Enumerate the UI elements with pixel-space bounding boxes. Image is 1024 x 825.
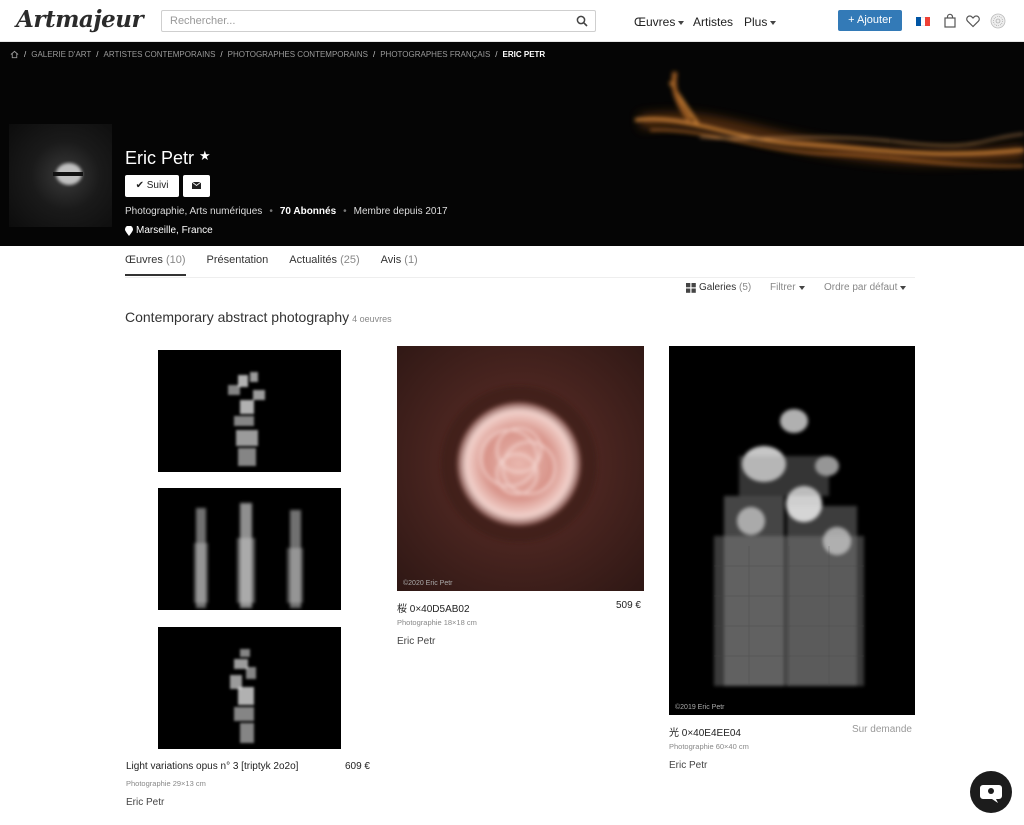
logo[interactable]: Artmajeur xyxy=(16,6,144,33)
message-button[interactable] xyxy=(183,175,210,197)
tab-label: Avis xyxy=(380,254,402,266)
search-input[interactable] xyxy=(162,11,562,31)
followers-count[interactable]: 70 Abonnés xyxy=(280,206,336,217)
artist-meta: Photographie, Arts numériques • 70 Abonn… xyxy=(125,206,448,217)
top-navbar: Artmajeur Œuvres Artistes Plus + Ajouter xyxy=(0,0,1024,42)
breadcrumb-current: ERIC PETR xyxy=(502,50,546,59)
artwork-title[interactable]: 桜 0×40D5AB02 xyxy=(397,600,470,615)
artwork-price: Sur demande xyxy=(851,724,912,735)
home-icon[interactable] xyxy=(10,50,19,59)
chevron-down-icon xyxy=(770,20,777,25)
avatar-image xyxy=(53,163,83,185)
gallery-title[interactable]: Contemporary abstract photography xyxy=(125,309,349,325)
chat-bubble-icon xyxy=(980,785,1002,803)
add-button[interactable]: + Ajouter xyxy=(838,10,902,31)
tab-works[interactable]: Œuvres (10) xyxy=(125,254,186,276)
tab-news[interactable]: Actualités (25) xyxy=(289,254,359,276)
artwork-title[interactable]: 光 0×40E4EE04 xyxy=(669,724,741,739)
artwork-image[interactable] xyxy=(158,350,341,472)
chevron-down-icon xyxy=(900,285,907,290)
artwork-artist[interactable]: Eric Petr xyxy=(669,760,707,771)
tab-count: (25) xyxy=(340,254,360,266)
artwork-image[interactable] xyxy=(158,627,341,749)
profile-tabs: Œuvres (10) Présentation Actualités (25)… xyxy=(125,254,439,278)
artwork-price: 609 € xyxy=(344,761,370,772)
tab-label: Actualités xyxy=(289,254,337,266)
user-avatar-icon[interactable] xyxy=(990,13,1006,29)
galleries-count: (5) xyxy=(739,282,752,293)
nav-works-label: Œuvres xyxy=(634,15,676,29)
galleries-label: Galeries xyxy=(699,282,737,293)
follow-button-label: Suivi xyxy=(146,180,169,191)
search-icon[interactable] xyxy=(576,15,588,27)
tab-count: (1) xyxy=(404,254,418,266)
sort-dropdown[interactable]: Ordre par défaut xyxy=(824,282,907,293)
artwork-watermark: ©2020 Eric Petr xyxy=(403,580,453,587)
gallery-section-title: Contemporary abstract photography 4 oeuvr… xyxy=(125,309,392,325)
artwork-artist[interactable]: Eric Petr xyxy=(126,797,164,808)
artist-avatar[interactable] xyxy=(9,124,112,227)
breadcrumb-item[interactable]: GALERIE D'ART xyxy=(31,50,91,59)
artwork-image[interactable]: ©2019 Eric Petr xyxy=(669,346,915,715)
artist-location: Marseille, France xyxy=(125,225,213,236)
shopping-bag-icon[interactable] xyxy=(942,13,958,29)
member-since: Membre depuis 2017 xyxy=(353,206,448,217)
artwork-image[interactable] xyxy=(158,488,341,610)
follow-button[interactable]: ✔ Suivi xyxy=(125,175,179,197)
nav-more-dropdown[interactable]: Plus xyxy=(744,15,777,29)
artist-name: Eric Petr xyxy=(125,148,195,168)
artist-hero-banner: / GALERIE D'ART / ARTISTES CONTEMPORAINS… xyxy=(0,42,1024,246)
artwork-meta: Photographie 18×18 cm xyxy=(397,618,477,627)
tab-count: (10) xyxy=(165,254,186,266)
artwork-meta: Photographie 60×40 cm xyxy=(669,742,749,751)
tab-presentation[interactable]: Présentation xyxy=(207,254,269,276)
filter-label: Filtrer xyxy=(770,282,796,293)
artwork-image[interactable]: ©2020 Eric Petr xyxy=(397,346,644,591)
tab-reviews[interactable]: Avis (1) xyxy=(381,254,418,276)
artist-disciplines: Photographie, Arts numériques xyxy=(125,206,263,217)
artwork-meta: Photographie 29×13 cm xyxy=(126,779,206,788)
nav-more-label: Plus xyxy=(744,15,768,29)
tab-label: Œuvres xyxy=(125,254,163,266)
heart-icon[interactable] xyxy=(965,13,981,29)
sort-label: Ordre par défaut xyxy=(824,282,898,293)
breadcrumb: / GALERIE D'ART / ARTISTES CONTEMPORAINS… xyxy=(10,50,545,59)
chat-button[interactable] xyxy=(970,771,1012,813)
artwork-artist[interactable]: Eric Petr xyxy=(397,636,435,647)
artwork-title[interactable]: Light variations opus n° 3 [triptyk 2o2o… xyxy=(126,761,298,772)
envelope-icon xyxy=(191,181,202,189)
gallery-count: 4 oeuvres xyxy=(352,314,392,324)
nav-works-dropdown[interactable]: Œuvres xyxy=(634,15,685,29)
chevron-down-icon xyxy=(678,20,685,25)
star-icon: ★ xyxy=(199,148,211,163)
tab-label: Présentation xyxy=(206,254,269,266)
check-icon: ✔ xyxy=(135,180,144,191)
filter-dropdown[interactable]: Filtrer xyxy=(770,282,805,293)
galleries-view-button[interactable]: Galeries (5) xyxy=(686,282,751,293)
chevron-down-icon xyxy=(798,285,805,290)
search-box[interactable] xyxy=(161,10,596,32)
breadcrumb-item[interactable]: PHOTOGRAPHES CONTEMPORAINS xyxy=(228,50,368,59)
nav-artists-link[interactable]: Artistes xyxy=(693,15,733,29)
french-flag-icon[interactable] xyxy=(916,17,931,26)
location-text: Marseille, France xyxy=(136,225,213,236)
grid-icon xyxy=(686,282,696,293)
map-pin-icon xyxy=(125,225,133,236)
artwork-price: 509 € xyxy=(615,600,641,611)
artwork-watermark: ©2019 Eric Petr xyxy=(675,704,725,711)
breadcrumb-item[interactable]: PHOTOGRAPHES FRANÇAIS xyxy=(380,50,490,59)
breadcrumb-item[interactable]: ARTISTES CONTEMPORAINS xyxy=(104,50,216,59)
